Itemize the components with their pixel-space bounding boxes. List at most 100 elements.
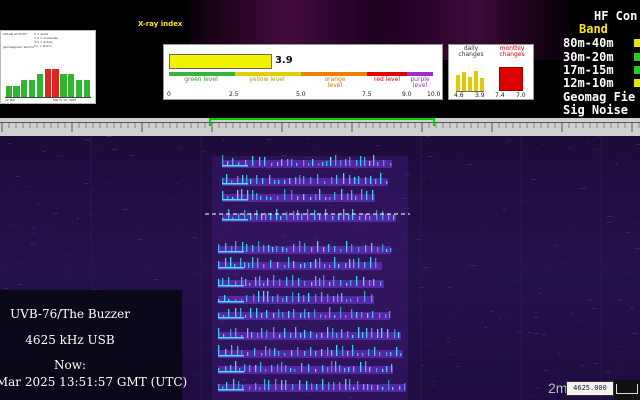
burst-spike bbox=[372, 190, 374, 200]
burst-spike bbox=[307, 209, 309, 220]
noise-speck bbox=[534, 333, 539, 334]
noise-speck bbox=[130, 155, 135, 156]
noise-speck bbox=[168, 198, 173, 199]
burst-spike bbox=[244, 262, 246, 268]
noise-speck bbox=[447, 287, 451, 288]
burst-spike bbox=[260, 362, 262, 372]
daily-changes-label: daily changes bbox=[458, 45, 484, 58]
burst-spike bbox=[341, 293, 343, 302]
burst-spike bbox=[311, 282, 313, 286]
xray-gauge-panel: 3.9 green level yellow level orange leve… bbox=[163, 44, 443, 100]
burst-spike bbox=[235, 328, 237, 338]
noise-speck bbox=[597, 136, 600, 137]
noise-speck bbox=[41, 229, 43, 230]
burst-spike bbox=[257, 333, 259, 338]
burst-spike bbox=[396, 347, 398, 356]
burst-spike bbox=[348, 367, 350, 372]
burst-spike bbox=[287, 159, 289, 166]
noise-speck bbox=[509, 330, 510, 331]
burst-spike bbox=[317, 174, 319, 184]
noise-speck bbox=[630, 223, 636, 224]
burst-spike bbox=[390, 163, 392, 166]
burst-carrier bbox=[218, 285, 244, 287]
burst-spike bbox=[343, 209, 345, 220]
burst-spike bbox=[342, 346, 344, 356]
band-status-indicator bbox=[634, 53, 640, 61]
noise-speck bbox=[615, 296, 618, 297]
scale-tick: 0 bbox=[167, 91, 171, 98]
noise-speck bbox=[531, 179, 537, 180]
burst-spike bbox=[364, 157, 366, 166]
noise-speck bbox=[606, 222, 611, 223]
burst-spike bbox=[277, 364, 279, 372]
burst-spike bbox=[279, 279, 281, 286]
noise-speck bbox=[187, 168, 188, 169]
burst-spike bbox=[316, 334, 318, 338]
noise-speck bbox=[72, 222, 73, 223]
burst-spike bbox=[327, 327, 329, 338]
burst-spike bbox=[281, 380, 283, 390]
burst-spike bbox=[279, 334, 281, 338]
solar-bar bbox=[44, 68, 51, 97]
burst-spike bbox=[390, 352, 392, 356]
noise-speck bbox=[524, 200, 530, 201]
burst-spike bbox=[377, 329, 379, 338]
burst-spike bbox=[387, 329, 389, 338]
burst-spike bbox=[334, 246, 336, 252]
level-labels: green level yellow level orange level re… bbox=[169, 77, 433, 91]
burst-spike bbox=[352, 335, 354, 338]
burst-spike bbox=[225, 243, 227, 252]
burst-spike bbox=[388, 380, 390, 390]
burst-carrier bbox=[218, 301, 244, 303]
burst-spike bbox=[350, 280, 352, 286]
burst-spike bbox=[319, 189, 321, 200]
burst-spike bbox=[357, 381, 359, 390]
burst-spike bbox=[288, 311, 290, 318]
burst-spike bbox=[299, 241, 301, 252]
burst-spike bbox=[345, 379, 347, 390]
burst-spike bbox=[338, 264, 340, 268]
burst-spike bbox=[218, 279, 220, 286]
burst-spike bbox=[256, 308, 258, 318]
monthly-changes-bar bbox=[499, 67, 523, 91]
noise-speck bbox=[119, 216, 120, 217]
burst-spike bbox=[371, 243, 373, 252]
noise-speck bbox=[614, 271, 615, 272]
noise-speck bbox=[632, 333, 638, 334]
hf-signal-noise: Sig Noise bbox=[563, 103, 629, 117]
burst-spike bbox=[290, 333, 292, 338]
burst-spike bbox=[358, 327, 360, 338]
noise-speck bbox=[433, 385, 435, 386]
noise-speck bbox=[45, 194, 46, 195]
noise-speck bbox=[428, 156, 433, 157]
noise-channel bbox=[200, 136, 202, 400]
noise-speck bbox=[607, 216, 613, 217]
noise-speck bbox=[8, 200, 9, 201]
burst-spike bbox=[366, 328, 368, 338]
burst-spike bbox=[325, 315, 327, 318]
burst-spike bbox=[364, 262, 366, 268]
solar-bar bbox=[28, 80, 36, 97]
burst-spike bbox=[327, 347, 329, 356]
burst-spike bbox=[333, 296, 335, 302]
noise-speck bbox=[513, 244, 514, 245]
burst-spike bbox=[298, 293, 300, 302]
burst-spike bbox=[351, 190, 353, 200]
solar-bar bbox=[75, 80, 83, 97]
burst-spike bbox=[380, 173, 382, 184]
noise-speck bbox=[192, 272, 197, 273]
frequency-input[interactable]: 4625.000 bbox=[566, 381, 614, 396]
solar-bar bbox=[5, 85, 12, 97]
burst-spike bbox=[258, 291, 260, 302]
burst-spike bbox=[255, 365, 257, 372]
burst-spike bbox=[352, 345, 354, 356]
noise-speck bbox=[122, 209, 128, 210]
burst-carrier bbox=[222, 183, 248, 185]
passband-indicator[interactable] bbox=[209, 118, 435, 126]
burst-spike bbox=[245, 279, 247, 286]
burst-spike bbox=[292, 275, 294, 286]
noise-speck bbox=[580, 321, 585, 322]
solar-bar bbox=[21, 80, 28, 97]
burst-spike bbox=[339, 365, 341, 372]
burst-spike bbox=[310, 347, 312, 356]
